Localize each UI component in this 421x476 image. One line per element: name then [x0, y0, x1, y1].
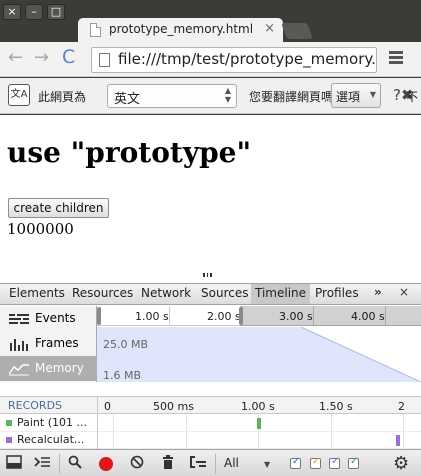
record-bar[interactable]: [257, 418, 261, 429]
page-heading: use "prototype": [7, 136, 252, 169]
memory-max-label: 25.0 MB: [103, 338, 149, 351]
timeline-overview-selector: Events Frames Memory: [0, 306, 97, 382]
console-drawer-icon[interactable]: [31, 455, 53, 473]
glue-events-icon[interactable]: [188, 455, 208, 473]
browser-window: × – □ prototype_memory.html × ← → C file…: [0, 0, 421, 476]
close-window-button[interactable]: ×: [3, 4, 21, 20]
toolbar-separator: [59, 454, 60, 474]
language-select[interactable]: 英文 ▲ ▼: [107, 84, 237, 108]
ruler-gridline: [169, 306, 170, 326]
maximize-window-button[interactable]: □: [47, 4, 65, 20]
browser-tab[interactable]: prototype_memory.html ×: [78, 18, 283, 42]
page-file-icon: [90, 23, 101, 37]
tab-close-icon[interactable]: ×: [264, 21, 275, 36]
ruler-tick-label: 1.00 s: [135, 310, 169, 323]
window-right-handle[interactable]: [239, 307, 243, 325]
navigation-toolbar: ← → C file:///tmp/test/prototype_memory.…: [0, 42, 421, 77]
search-icon[interactable]: [66, 455, 84, 473]
memory-min-label: 1.6 MB: [103, 369, 142, 382]
tab-profiles[interactable]: Profiles: [311, 284, 363, 304]
menu-hamburger-icon[interactable]: [389, 51, 403, 66]
reload-icon[interactable]: C: [62, 46, 75, 68]
overview-events[interactable]: Events: [0, 306, 97, 331]
toolbar-separator: [215, 454, 216, 474]
devtools-tab-bar: Elements Resources Network Sources Timel…: [0, 284, 421, 305]
record-label: Recalculat...: [17, 433, 85, 446]
tab-resources[interactable]: Resources: [68, 284, 137, 304]
translate-infobar: 文A 此網頁為 英文 ▲ ▼ 您要翻譯網頁嗎？ 選項 ▼ ?✖ 不: [0, 78, 421, 114]
overview-unselected-shade: [240, 306, 421, 326]
translate-options-button[interactable]: 選項 ▼: [331, 83, 381, 108]
options-label: 選項: [336, 90, 361, 104]
address-bar[interactable]: file:///tmp/test/prototype_memory.html ☆: [91, 47, 377, 73]
clear-icon[interactable]: [128, 455, 146, 473]
memory-graph-icon: [9, 364, 29, 376]
page-content: use "prototype" create children 1000000: [0, 115, 421, 283]
records-tick-label: 500 ms: [153, 400, 194, 413]
records-header: RECORDS 0 500 ms 1.00 s 1.50 s 2: [0, 396, 421, 414]
record-filter-value: All: [224, 456, 239, 470]
select-arrows-icon: ▲ ▼: [224, 86, 231, 104]
timeline-overview[interactable]: 1.00 s 2.00 s 3.00 s 4.00 s 25.0 MB 1.6 …: [97, 306, 421, 382]
tab-elements[interactable]: Elements: [5, 284, 69, 304]
records-tick-label: 1.50 s: [319, 400, 353, 413]
record-row-paint[interactable]: Paint (101 ...: [0, 415, 421, 432]
url-text[interactable]: file:///tmp/test/prototype_memory.html: [118, 50, 376, 68]
caret-down-icon: ▼: [264, 460, 271, 469]
tab-sources[interactable]: Sources: [197, 284, 252, 304]
records-tick-label: 0: [104, 400, 111, 413]
caret-down-icon: ▼: [369, 90, 376, 99]
records-title: RECORDS: [8, 399, 63, 412]
devtools-resize-handle[interactable]: [203, 273, 212, 277]
record-bar[interactable]: [396, 435, 400, 446]
minimize-window-button[interactable]: –: [25, 4, 43, 20]
frames-bars-icon: [10, 339, 28, 351]
translate-icon: 文A: [8, 84, 30, 106]
garbage-collect-icon[interactable]: [159, 455, 177, 473]
tab-timeline[interactable]: Timeline: [251, 284, 311, 304]
tab-title: prototype_memory.html: [109, 22, 254, 36]
language-value: 英文: [114, 92, 141, 107]
overview-frames[interactable]: Frames: [0, 331, 97, 356]
record-color-swatch: [6, 420, 12, 426]
back-arrow-icon[interactable]: ←: [8, 47, 23, 68]
overview-ruler: 1.00 s 2.00 s 3.00 s 4.00 s: [97, 306, 421, 326]
category-rendering-checkbox[interactable]: ✓: [329, 456, 340, 469]
create-children-button[interactable]: create children: [8, 198, 109, 218]
devtools-panel: Elements Resources Network Sources Timel…: [0, 283, 421, 476]
forward-arrow-icon[interactable]: →: [34, 47, 49, 68]
events-icon: [9, 314, 29, 324]
tab-network[interactable]: Network: [137, 284, 195, 304]
overview-frames-label: Frames: [35, 336, 79, 350]
memory-graph: [97, 327, 421, 382]
devtools-status-bar: All ▼ ✓ ✓ ✓ ✓ ⚙: [0, 449, 421, 476]
records-tick-label: 2: [398, 400, 405, 413]
records-divider: [97, 396, 98, 449]
record-label: Paint (101 ...: [17, 416, 87, 429]
title-bar: × – □ prototype_memory.html ×: [0, 0, 421, 42]
record-row-recalculate[interactable]: Recalculat...: [0, 432, 421, 449]
category-scripting-checkbox[interactable]: ✓: [310, 456, 321, 469]
memory-area: [97, 327, 421, 382]
new-tab-button[interactable]: [281, 23, 313, 39]
records-tick-label: 1.00 s: [241, 400, 275, 413]
overview-memory[interactable]: Memory: [0, 356, 97, 381]
record-button[interactable]: [99, 457, 113, 471]
overview-events-label: Events: [35, 311, 76, 325]
children-count: 1000000: [7, 220, 74, 238]
file-icon: [99, 53, 110, 67]
more-tabs-icon[interactable]: »: [374, 285, 382, 299]
overview-memory-label: Memory: [35, 361, 84, 375]
dock-toggle-icon[interactable]: [4, 455, 24, 473]
category-painting-checkbox[interactable]: ✓: [348, 456, 359, 469]
window-left-handle[interactable]: [97, 307, 101, 325]
devtools-close-icon[interactable]: ×: [399, 285, 409, 299]
category-loading-checkbox[interactable]: ✓: [290, 456, 301, 469]
ruler-tick-label: 2.00 s: [207, 310, 241, 323]
translate-source-label: 此網頁為: [38, 90, 87, 104]
translate-never-label[interactable]: 不: [406, 88, 418, 105]
record-color-swatch: [6, 437, 12, 443]
gear-icon[interactable]: ⚙: [393, 453, 409, 474]
